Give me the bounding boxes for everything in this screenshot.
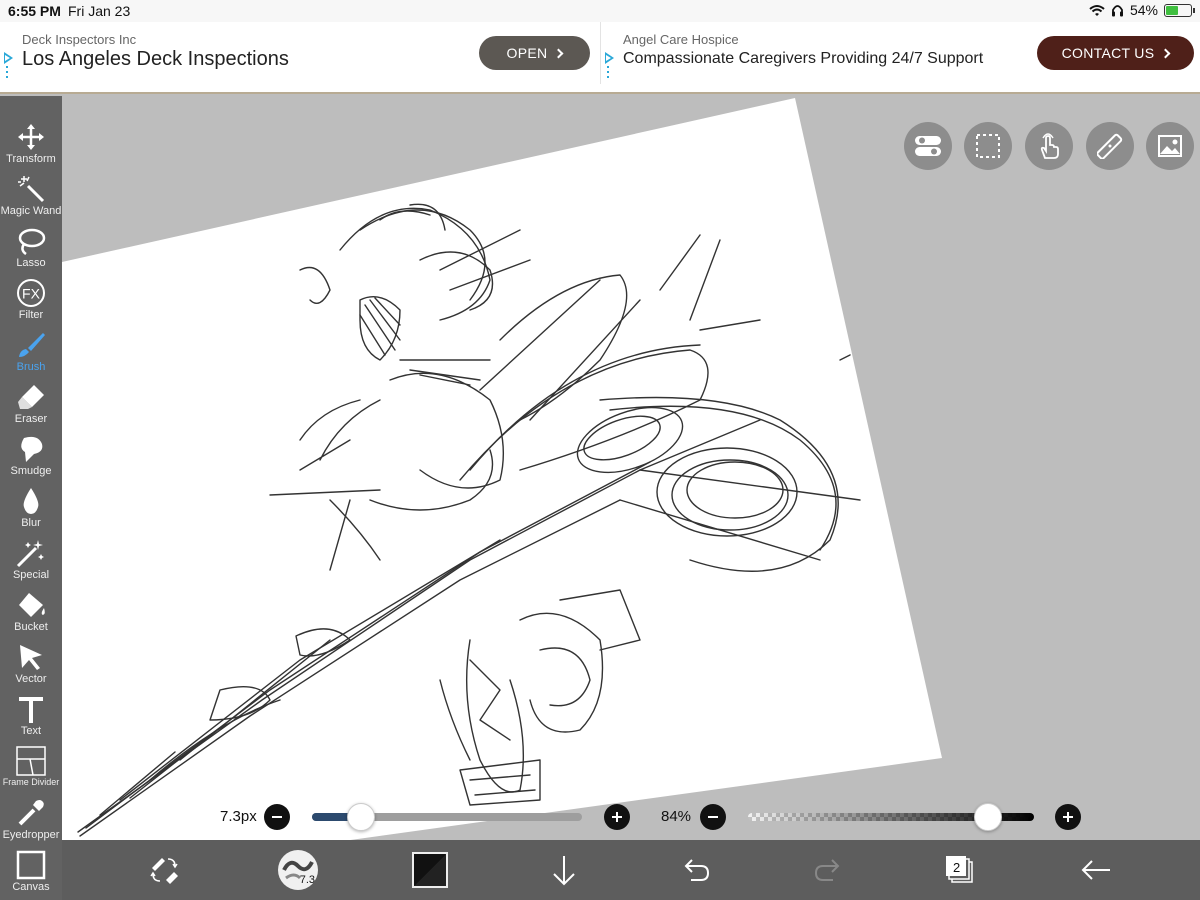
redo-button[interactable] [810, 852, 846, 888]
eraser-icon [18, 385, 44, 409]
brush-preview-size: 7.3 [299, 874, 315, 886]
arrow-down-icon [553, 856, 575, 886]
ad-advertiser: Angel Care Hospice [623, 32, 739, 47]
brush-size-value: 7.3px [220, 808, 257, 825]
tool-eraser[interactable]: Eraser [0, 382, 62, 434]
tool-canvas[interactable]: Canvas [0, 850, 62, 900]
tool-palette: Transform Magic Wand Lasso FX Filter Bru… [0, 96, 62, 900]
bottom-toolbar: 7.3 2 [62, 840, 1200, 900]
dashed-selection-icon [976, 134, 1000, 158]
brush-size-handle[interactable] [346, 803, 375, 831]
magic-wand-icon [18, 176, 45, 203]
battery-icon [1164, 3, 1195, 17]
opacity-decrease-button[interactable] [700, 804, 726, 830]
frame-divider-icon [16, 746, 46, 776]
brush-size-decrease-button[interactable] [264, 804, 290, 830]
brush-size-increase-button[interactable] [604, 804, 630, 830]
back-button[interactable] [1078, 852, 1114, 888]
ad-contact-button[interactable]: CONTACT US [1037, 36, 1194, 70]
move-arrows-icon [18, 124, 44, 150]
import-button[interactable] [546, 852, 582, 888]
tool-frame-divider[interactable]: Frame Divider [0, 746, 62, 798]
plus-icon [612, 812, 622, 822]
tool-text[interactable]: Text [0, 694, 62, 746]
battery-percent: 54% [1129, 2, 1158, 18]
adchoices-icon[interactable] [605, 52, 614, 64]
sparkle-icon [16, 540, 44, 568]
plus-icon [1063, 812, 1073, 822]
ad-deck-inspections[interactable]: Deck Inspectors Inc Los Angeles Deck Ins… [0, 22, 598, 84]
arrow-left-icon [1081, 860, 1110, 880]
brush-preview-button[interactable]: 7.3 [278, 850, 318, 890]
ad-open-button[interactable]: OPEN [479, 36, 590, 70]
drawing-canvas[interactable] [0, 96, 1200, 840]
ad-hospice[interactable]: Angel Care Hospice Compassionate Caregiv… [600, 22, 1200, 84]
toggle-switches-icon [915, 136, 941, 156]
ad-banner: Deck Inspectors Inc Los Angeles Deck Ins… [0, 22, 1200, 94]
fx-icon: FX [17, 279, 45, 307]
chevron-right-icon [1160, 48, 1171, 58]
tool-magic-wand[interactable]: Magic Wand [0, 174, 62, 226]
image-icon [1158, 135, 1182, 157]
svg-text:FX: FX [22, 286, 41, 302]
headphones-icon [1111, 4, 1123, 16]
brush-eraser-swap-icon [150, 858, 178, 884]
minus-icon [708, 816, 718, 818]
ruler-icon [1097, 133, 1123, 159]
tool-filter[interactable]: FX Filter [0, 278, 62, 330]
tool-lasso[interactable]: Lasso [0, 226, 62, 278]
brush-eraser-swap-button[interactable] [146, 852, 182, 888]
tool-transform[interactable]: Transform [0, 122, 62, 174]
ad-open-label: OPEN [506, 45, 548, 61]
undo-icon [684, 859, 710, 881]
selection-button[interactable] [964, 122, 1012, 170]
ad-headline[interactable]: Compassionate Caregivers Providing 24/7 … [623, 50, 983, 68]
tool-blur[interactable]: Blur [0, 486, 62, 538]
quick-settings-button[interactable] [904, 122, 952, 170]
status-bar: 6:55 PM Fri Jan 23 54% [0, 0, 1200, 22]
lasso-icon [18, 228, 46, 256]
wifi-icon [1089, 4, 1105, 16]
eyedropper-icon [18, 800, 44, 826]
brush-opacity-value: 84% [661, 808, 692, 825]
cursor-arrow-icon [20, 645, 42, 670]
touch-settings-button[interactable] [1025, 122, 1073, 170]
layers-button[interactable]: 2 [942, 852, 978, 888]
tool-vector[interactable]: Vector [0, 642, 62, 694]
drop-icon [23, 488, 39, 514]
canvas-icon [16, 850, 46, 880]
ruler-button[interactable] [1086, 122, 1134, 170]
ad-menu-icon[interactable] [607, 66, 609, 78]
hand-touch-icon [1040, 133, 1059, 159]
undo-button[interactable] [678, 852, 714, 888]
ad-headline[interactable]: Los Angeles Deck Inspections [22, 48, 289, 71]
tool-smudge[interactable]: Smudge [0, 434, 62, 486]
status-time: 6:55 PM [8, 3, 61, 19]
brush-icon [19, 333, 45, 357]
material-button[interactable] [1146, 122, 1194, 170]
color-button[interactable] [412, 852, 448, 888]
text-icon [19, 697, 43, 723]
status-right: 54% [1089, 2, 1195, 18]
workspace[interactable] [0, 96, 1200, 840]
status-date: Fri Jan 23 [68, 3, 131, 19]
opacity-increase-button[interactable] [1055, 804, 1081, 830]
tool-special[interactable]: Special [0, 538, 62, 590]
layer-count: 2 [953, 860, 961, 875]
tool-brush[interactable]: Brush [0, 330, 62, 382]
smudge-icon [21, 436, 43, 462]
ad-contact-label: CONTACT US [1061, 45, 1155, 61]
redo-icon [814, 859, 840, 881]
chevron-right-icon [553, 48, 564, 58]
ad-advertiser: Deck Inspectors Inc [22, 32, 137, 47]
ad-menu-icon[interactable] [6, 66, 8, 78]
tool-bucket[interactable]: Bucket [0, 590, 62, 642]
bucket-icon [19, 593, 45, 617]
current-color-swatch [414, 854, 446, 886]
minus-icon [272, 816, 282, 818]
tool-eyedropper[interactable]: Eyedropper [0, 798, 62, 850]
adchoices-icon[interactable] [4, 52, 13, 64]
